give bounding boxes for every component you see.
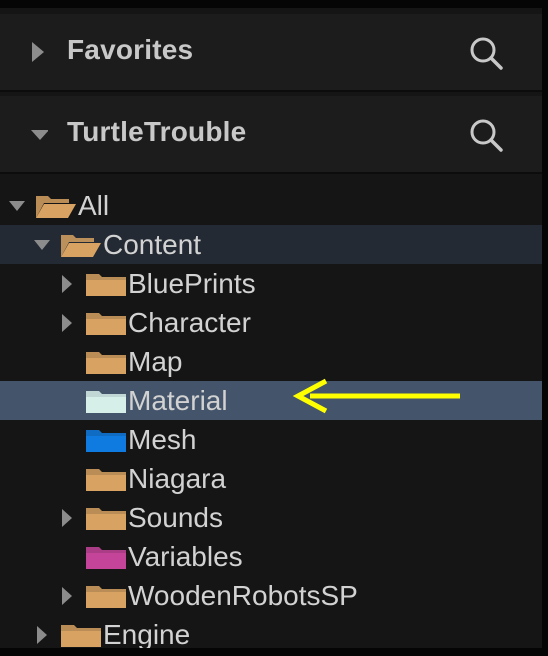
- tree-item-label: Character: [128, 307, 251, 338]
- folder-icon: [86, 508, 126, 530]
- folder-icon: [61, 625, 101, 647]
- search-icon[interactable]: [466, 115, 506, 155]
- tree-item-content[interactable]: Content: [0, 225, 542, 264]
- tree-item-label: Engine: [103, 619, 191, 650]
- expand-arrow-expanded-icon[interactable]: [9, 196, 25, 216]
- tree-item-label: Content: [103, 229, 202, 260]
- folder-icon: [86, 586, 126, 608]
- project-title: TurtleTrouble: [67, 116, 247, 147]
- folder-icon: [86, 430, 126, 452]
- tree-item-character[interactable]: Character: [0, 303, 542, 342]
- tree-item-niagara[interactable]: Niagara: [0, 459, 542, 498]
- tree-item-blueprints[interactable]: BluePrints: [0, 264, 542, 303]
- tree-item-mesh[interactable]: Mesh: [0, 420, 542, 459]
- window-frame-right: [542, 0, 548, 656]
- window-frame-bottom: [0, 648, 548, 656]
- tree-item-label: BluePrints: [128, 268, 256, 299]
- tree-item-map[interactable]: Map: [0, 342, 542, 381]
- folder-icon: [86, 313, 126, 335]
- tree-item-sounds[interactable]: Sounds: [0, 498, 542, 537]
- folder-icon: [86, 352, 126, 374]
- folder-tree: All Content BluePrints Character Map Material…: [0, 182, 542, 650]
- window-frame-top: [0, 0, 548, 8]
- expand-arrow-collapsed-icon[interactable]: [59, 586, 75, 606]
- folder-icon: [86, 274, 126, 296]
- favorites-section-header[interactable]: Favorites: [0, 14, 542, 90]
- tree-item-label: Niagara: [128, 463, 227, 494]
- tree-item-all[interactable]: All: [0, 186, 542, 225]
- expand-arrow-expanded-icon[interactable]: [34, 235, 50, 255]
- expand-arrow-collapsed-icon[interactable]: [30, 40, 46, 64]
- search-icon[interactable]: [466, 33, 506, 73]
- tree-item-label: All: [78, 190, 110, 221]
- expand-arrow-collapsed-icon[interactable]: [59, 313, 75, 333]
- tree-item-label: Map: [128, 346, 183, 377]
- tree-item-variables[interactable]: Variables: [0, 537, 542, 576]
- tree-item-label: Mesh: [128, 424, 197, 455]
- expand-arrow-collapsed-icon[interactable]: [59, 274, 75, 294]
- tree-item-label: Material: [128, 385, 228, 416]
- expand-arrow-collapsed-icon[interactable]: [34, 625, 50, 645]
- folder-open-icon: [36, 196, 76, 218]
- tree-item-label: Sounds: [128, 502, 223, 533]
- folder-open-icon: [61, 235, 101, 257]
- favorites-title: Favorites: [67, 34, 194, 65]
- project-section-header[interactable]: TurtleTrouble: [0, 96, 542, 172]
- arrow-left-icon: [292, 378, 460, 414]
- expand-arrow-collapsed-icon[interactable]: [59, 508, 75, 528]
- folder-icon: [86, 469, 126, 491]
- tree-item-woodenrobotssp[interactable]: WoodenRobotsSP: [0, 576, 542, 615]
- section-divider: [0, 172, 542, 174]
- tree-item-label: WoodenRobotsSP: [128, 580, 358, 611]
- section-divider: [0, 90, 542, 92]
- folder-icon: [86, 391, 126, 413]
- folder-icon: [86, 547, 126, 569]
- expand-arrow-expanded-icon[interactable]: [28, 122, 48, 146]
- tree-item-label: Variables: [128, 541, 243, 572]
